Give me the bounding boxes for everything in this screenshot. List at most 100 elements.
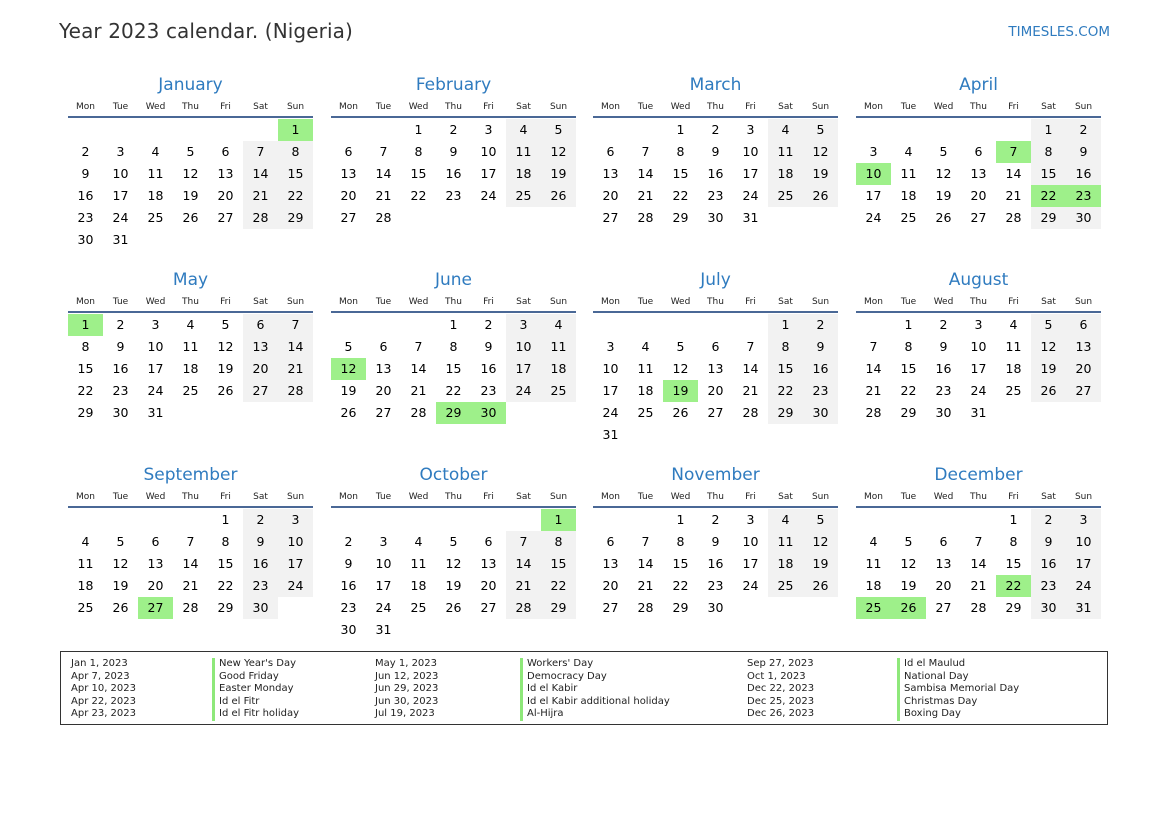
day-cell[interactable]: 17: [733, 553, 768, 575]
day-cell[interactable]: 26: [803, 575, 838, 597]
holiday-day-cell[interactable]: 25: [856, 597, 891, 619]
day-cell[interactable]: 19: [208, 358, 243, 380]
day-cell[interactable]: 19: [1031, 358, 1066, 380]
holiday-day-cell[interactable]: 7: [996, 141, 1031, 163]
day-cell[interactable]: 2: [1031, 509, 1066, 531]
day-cell[interactable]: 11: [768, 531, 803, 553]
day-cell[interactable]: 24: [138, 380, 173, 402]
day-cell[interactable]: 14: [628, 553, 663, 575]
day-cell[interactable]: 23: [926, 380, 961, 402]
day-cell[interactable]: 21: [961, 575, 996, 597]
day-cell[interactable]: 28: [996, 207, 1031, 229]
day-cell[interactable]: 11: [506, 141, 541, 163]
day-cell[interactable]: 20: [366, 380, 401, 402]
day-cell[interactable]: 11: [68, 553, 103, 575]
day-cell[interactable]: 25: [768, 575, 803, 597]
day-cell[interactable]: 16: [698, 163, 733, 185]
day-cell[interactable]: 12: [436, 553, 471, 575]
day-cell[interactable]: 4: [856, 531, 891, 553]
day-cell[interactable]: 28: [173, 597, 208, 619]
day-cell[interactable]: 13: [926, 553, 961, 575]
day-cell[interactable]: 23: [436, 185, 471, 207]
day-cell[interactable]: 8: [541, 531, 576, 553]
day-cell[interactable]: 6: [366, 336, 401, 358]
holiday-day-cell[interactable]: 29: [436, 402, 471, 424]
day-cell[interactable]: 25: [768, 185, 803, 207]
day-cell[interactable]: 26: [331, 402, 366, 424]
day-cell[interactable]: 20: [698, 380, 733, 402]
day-cell[interactable]: 18: [541, 358, 576, 380]
day-cell[interactable]: 1: [401, 119, 436, 141]
day-cell[interactable]: 14: [961, 553, 996, 575]
day-cell[interactable]: 13: [698, 358, 733, 380]
day-cell[interactable]: 22: [68, 380, 103, 402]
day-cell[interactable]: 27: [243, 380, 278, 402]
day-cell[interactable]: 1: [663, 509, 698, 531]
day-cell[interactable]: 5: [541, 119, 576, 141]
day-cell[interactable]: 28: [366, 207, 401, 229]
day-cell[interactable]: 2: [103, 314, 138, 336]
day-cell[interactable]: 29: [891, 402, 926, 424]
day-cell[interactable]: 11: [401, 553, 436, 575]
day-cell[interactable]: 26: [803, 185, 838, 207]
day-cell[interactable]: 15: [1031, 163, 1066, 185]
day-cell[interactable]: 9: [698, 531, 733, 553]
day-cell[interactable]: 21: [401, 380, 436, 402]
day-cell[interactable]: 27: [961, 207, 996, 229]
day-cell[interactable]: 24: [471, 185, 506, 207]
day-cell[interactable]: 21: [856, 380, 891, 402]
day-cell[interactable]: 20: [593, 185, 628, 207]
day-cell[interactable]: 22: [401, 185, 436, 207]
day-cell[interactable]: 22: [768, 380, 803, 402]
day-cell[interactable]: 15: [768, 358, 803, 380]
day-cell[interactable]: 31: [138, 402, 173, 424]
day-cell[interactable]: 20: [961, 185, 996, 207]
day-cell[interactable]: 13: [593, 163, 628, 185]
day-cell[interactable]: 25: [628, 402, 663, 424]
day-cell[interactable]: 13: [331, 163, 366, 185]
day-cell[interactable]: 9: [803, 336, 838, 358]
day-cell[interactable]: 24: [733, 185, 768, 207]
day-cell[interactable]: 27: [1066, 380, 1101, 402]
day-cell[interactable]: 26: [1031, 380, 1066, 402]
day-cell[interactable]: 4: [541, 314, 576, 336]
day-cell[interactable]: 15: [68, 358, 103, 380]
day-cell[interactable]: 25: [173, 380, 208, 402]
day-cell[interactable]: 30: [331, 619, 366, 641]
day-cell[interactable]: 31: [733, 207, 768, 229]
day-cell[interactable]: 28: [278, 380, 313, 402]
day-cell[interactable]: 7: [278, 314, 313, 336]
day-cell[interactable]: 4: [768, 119, 803, 141]
day-cell[interactable]: 11: [856, 553, 891, 575]
day-cell[interactable]: 4: [891, 141, 926, 163]
day-cell[interactable]: 5: [663, 336, 698, 358]
day-cell[interactable]: 15: [208, 553, 243, 575]
day-cell[interactable]: 4: [628, 336, 663, 358]
day-cell[interactable]: 7: [733, 336, 768, 358]
day-cell[interactable]: 13: [961, 163, 996, 185]
day-cell[interactable]: 16: [243, 553, 278, 575]
holiday-day-cell[interactable]: 23: [1066, 185, 1101, 207]
day-cell[interactable]: 6: [138, 531, 173, 553]
day-cell[interactable]: 31: [1066, 597, 1101, 619]
day-cell[interactable]: 2: [926, 314, 961, 336]
day-cell[interactable]: 17: [138, 358, 173, 380]
day-cell[interactable]: 25: [401, 597, 436, 619]
day-cell[interactable]: 20: [926, 575, 961, 597]
day-cell[interactable]: 2: [471, 314, 506, 336]
day-cell[interactable]: 23: [698, 575, 733, 597]
day-cell[interactable]: 18: [996, 358, 1031, 380]
day-cell[interactable]: 10: [506, 336, 541, 358]
day-cell[interactable]: 16: [103, 358, 138, 380]
day-cell[interactable]: 10: [961, 336, 996, 358]
day-cell[interactable]: 2: [698, 509, 733, 531]
day-cell[interactable]: 18: [68, 575, 103, 597]
day-cell[interactable]: 19: [103, 575, 138, 597]
day-cell[interactable]: 27: [593, 597, 628, 619]
day-cell[interactable]: 18: [173, 358, 208, 380]
day-cell[interactable]: 22: [663, 185, 698, 207]
day-cell[interactable]: 9: [471, 336, 506, 358]
day-cell[interactable]: 24: [103, 207, 138, 229]
day-cell[interactable]: 4: [138, 141, 173, 163]
day-cell[interactable]: 20: [593, 575, 628, 597]
